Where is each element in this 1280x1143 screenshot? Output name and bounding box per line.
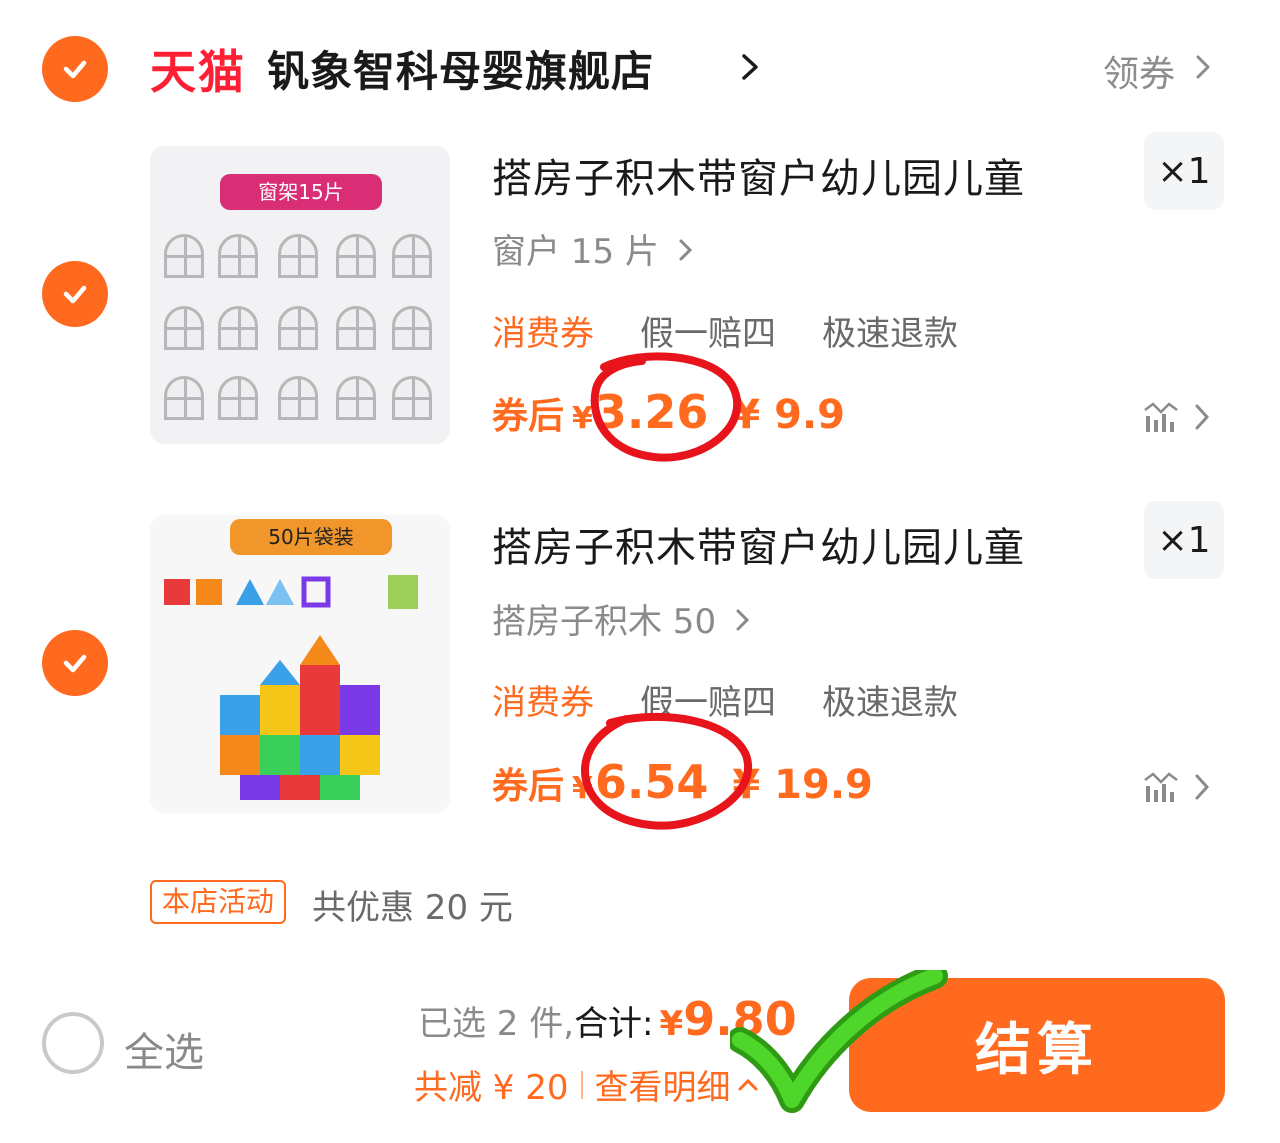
quantity-stepper[interactable]: ×1 [1144,132,1224,210]
quantity-stepper[interactable]: ×1 [1144,501,1224,579]
variant-selector[interactable]: 搭房子积木 50 [492,594,751,643]
piece-types-illustration [164,575,418,609]
shop-select-checkbox[interactable] [42,36,108,102]
product-title[interactable]: 搭房子积木带窗户幼儿园儿童 [492,146,1025,204]
badge-fast-refund: 极速退款 [822,314,958,354]
checkmark-icon [63,654,87,673]
image-tag: 50片袋装 [230,519,392,555]
price-trend-icon[interactable] [1143,400,1213,436]
variant-selector[interactable]: 窗户 15 片 [492,224,694,273]
variant-label: 搭房子积木 50 [492,602,717,642]
building-blocks-illustration [220,635,380,800]
red-circle-annotation [581,712,752,830]
product-title[interactable]: 搭房子积木带窗户幼儿园儿童 [492,515,1025,573]
selected-count: 已选 2 件, [418,1004,575,1044]
total-label: 合计: [574,1004,654,1044]
product-image[interactable]: 窗架15片 [150,146,450,444]
item-select-checkbox[interactable] [42,261,108,327]
chevron-right-icon [736,609,750,631]
red-circle-annotation [590,352,742,462]
currency-symbol: ¥ [659,1004,684,1044]
after-coupon-label: 券后 [492,396,565,437]
chevron-right-icon [1196,55,1210,79]
shop-promotion-tag: 本店活动 [150,880,287,924]
green-checkmark-annotation [730,970,948,1113]
chevron-right-icon [742,54,758,80]
total-discount: 共减 ¥ 20 [414,1068,569,1108]
divider [580,1070,583,1099]
badge-fast-refund: 极速退款 [822,683,958,723]
chevron-right-icon [679,239,692,261]
checkmark-icon [63,285,87,304]
get-coupon-button[interactable]: 领券 [1103,45,1175,97]
product-image[interactable]: 50片袋装 [150,515,450,813]
variant-label: 窗户 15 片 [492,232,659,272]
discount-summary[interactable]: 共减 ¥ 20 查看明细 [414,1060,759,1109]
shop-name-link[interactable]: 钒象智科母婴旗舰店 [267,38,654,99]
price-trend-icon[interactable] [1143,770,1213,806]
tmall-logo: 天猫 [150,45,246,99]
badge-consumer-coupon: 消费券 [492,314,594,354]
image-tag: 窗架15片 [220,174,382,210]
select-all-label[interactable]: 全选 [124,1020,204,1078]
view-details-link[interactable]: 查看明细 [595,1060,731,1109]
checkmark-icon [63,60,87,79]
select-all-checkbox[interactable] [42,1012,104,1074]
after-coupon-label: 券后 [492,766,565,807]
item-select-checkbox[interactable] [42,630,108,696]
promotion-text: 共优惠 20 元 [312,888,513,928]
